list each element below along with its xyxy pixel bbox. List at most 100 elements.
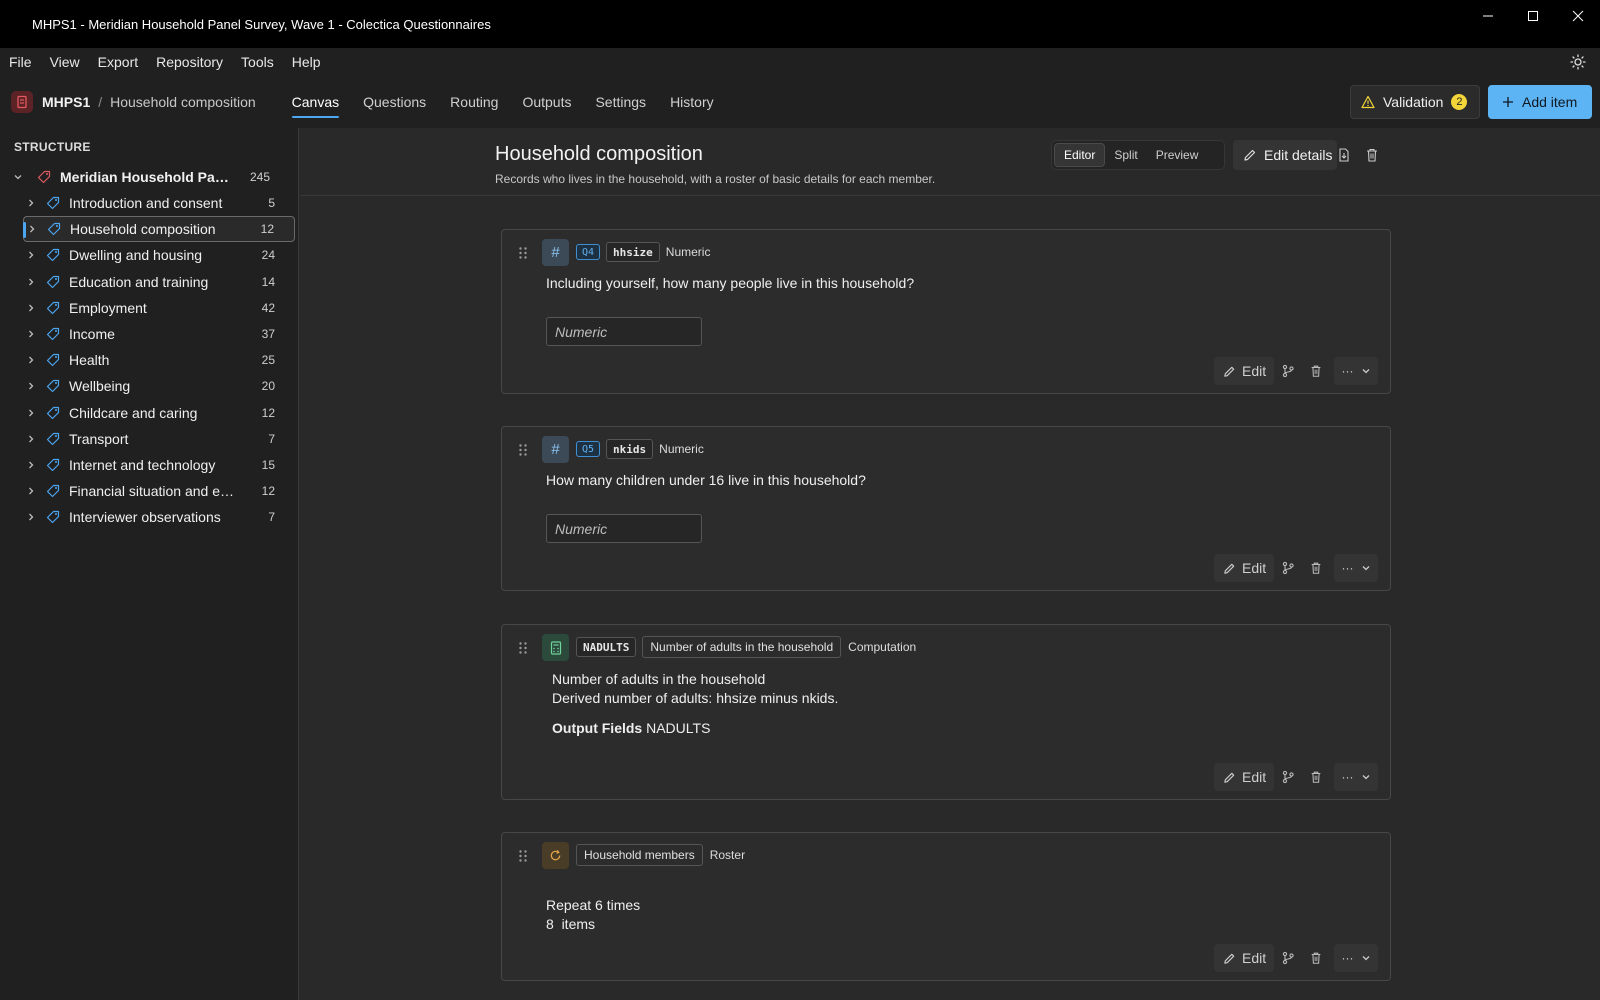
tab-canvas[interactable]: Canvas bbox=[280, 76, 351, 128]
tab-questions[interactable]: Questions bbox=[351, 76, 438, 128]
branch-icon[interactable] bbox=[1274, 554, 1302, 582]
chevron-right-icon[interactable] bbox=[23, 277, 39, 287]
sidebar-item-label: Household composition bbox=[70, 221, 216, 238]
sidebar-item-label: Internet and technology bbox=[69, 457, 216, 473]
chevron-right-icon[interactable] bbox=[23, 329, 39, 339]
tab-history[interactable]: History bbox=[658, 76, 726, 128]
chevron-right-icon[interactable] bbox=[23, 250, 39, 260]
sidebar-item-count: 5 bbox=[268, 196, 275, 210]
sidebar-item[interactable]: Financial situation and ex... 12 bbox=[23, 478, 295, 504]
chevron-right-icon[interactable] bbox=[23, 486, 39, 496]
validation-button[interactable]: Validation 2 bbox=[1350, 85, 1480, 119]
sidebar-item[interactable]: Wellbeing 20 bbox=[23, 373, 295, 399]
sidebar-item[interactable]: Introduction and consent 5 bbox=[23, 190, 295, 216]
edit-button[interactable]: Edit bbox=[1214, 357, 1274, 385]
sidebar-item[interactable]: Interviewer observations 7 bbox=[23, 504, 295, 530]
question-card-q4[interactable]: # Q4 hhsize Numeric Including yourself, … bbox=[501, 229, 1391, 394]
theme-toggle-icon[interactable] bbox=[1570, 54, 1586, 70]
tab-outputs[interactable]: Outputs bbox=[510, 76, 583, 128]
chevron-right-icon[interactable] bbox=[23, 460, 39, 470]
more-options-button[interactable]: ··· bbox=[1334, 944, 1378, 972]
view-editor[interactable]: Editor bbox=[1054, 143, 1106, 167]
more-options-button[interactable]: ··· bbox=[1334, 554, 1378, 582]
menu-export[interactable]: Export bbox=[89, 54, 147, 70]
sidebar-item-label: Wellbeing bbox=[69, 378, 131, 395]
more-options-button[interactable]: ··· bbox=[1334, 763, 1378, 791]
close-icon[interactable] bbox=[1555, 0, 1600, 32]
delete-icon[interactable] bbox=[1302, 554, 1330, 582]
computation-card[interactable]: NADULTS Number of adults in the househol… bbox=[501, 624, 1391, 800]
tab-routing[interactable]: Routing bbox=[438, 76, 510, 128]
chevron-right-icon[interactable] bbox=[23, 381, 39, 391]
edit-label: Edit bbox=[1242, 769, 1267, 785]
tree-root-item[interactable]: Meridian Household Pane... 245 bbox=[10, 164, 295, 190]
roster-card[interactable]: Household members Roster Repeat 6 times … bbox=[501, 832, 1391, 981]
chevron-right-icon[interactable] bbox=[23, 303, 39, 313]
sidebar-item[interactable]: Transport 7 bbox=[23, 426, 295, 452]
pencil-icon bbox=[1224, 772, 1235, 783]
chevron-right-icon[interactable] bbox=[23, 512, 39, 522]
question-text: How many children under 16 live in this … bbox=[546, 472, 866, 488]
chevron-right-icon[interactable] bbox=[23, 408, 39, 418]
delete-page-icon[interactable] bbox=[1364, 147, 1380, 163]
edit-button[interactable]: Edit bbox=[1214, 554, 1274, 582]
drag-handle-icon[interactable] bbox=[518, 641, 528, 655]
chevron-right-icon[interactable] bbox=[23, 355, 39, 365]
question-text: Including yourself, how many people live… bbox=[546, 275, 915, 291]
more-options-button[interactable]: ··· bbox=[1334, 357, 1378, 385]
delete-icon[interactable] bbox=[1302, 944, 1330, 972]
tag-icon bbox=[46, 432, 60, 445]
sidebar-item[interactable]: Household composition 12 bbox=[23, 216, 295, 243]
roster-repeat: Repeat 6 times bbox=[546, 897, 641, 913]
edit-details-button[interactable]: Edit details bbox=[1233, 140, 1337, 170]
chevron-right-icon[interactable] bbox=[23, 434, 39, 444]
chevron-down-icon[interactable] bbox=[10, 172, 26, 182]
branch-icon[interactable] bbox=[1274, 944, 1302, 972]
chevron-right-icon[interactable] bbox=[24, 224, 40, 234]
drag-handle-icon[interactable] bbox=[518, 443, 528, 457]
title-bar: MHPS1 - Meridian Household Panel Survey,… bbox=[0, 0, 1600, 48]
sidebar-item[interactable]: Childcare and caring 12 bbox=[23, 400, 295, 426]
delete-icon[interactable] bbox=[1302, 357, 1330, 385]
canvas-area: Household composition Records who lives … bbox=[300, 128, 1600, 1000]
branch-icon[interactable] bbox=[1274, 763, 1302, 791]
sidebar-item[interactable]: Dwelling and housing 24 bbox=[23, 242, 295, 268]
delete-icon[interactable] bbox=[1302, 763, 1330, 791]
page-subtitle: Records who lives in the household, with… bbox=[495, 172, 936, 186]
add-item-button[interactable]: Add item bbox=[1488, 85, 1592, 119]
tag-icon bbox=[37, 170, 51, 184]
sidebar-item[interactable]: Education and training 14 bbox=[23, 269, 295, 295]
branch-icon[interactable] bbox=[1274, 357, 1302, 385]
export-document-icon[interactable] bbox=[1336, 147, 1352, 163]
menu-file[interactable]: File bbox=[0, 54, 41, 70]
edit-label: Edit bbox=[1242, 560, 1267, 576]
numeric-answer-field[interactable]: Numeric bbox=[546, 317, 702, 346]
tree-root-label: Meridian Household Pane... bbox=[60, 169, 235, 185]
sidebar-item[interactable]: Internet and technology 15 bbox=[23, 452, 295, 478]
menu-tools[interactable]: Tools bbox=[232, 54, 283, 70]
menu-repository[interactable]: Repository bbox=[147, 54, 232, 70]
minimize-icon[interactable] bbox=[1465, 0, 1510, 32]
sidebar-item-label: Introduction and consent bbox=[69, 195, 223, 211]
chevron-right-icon[interactable] bbox=[23, 198, 39, 208]
view-preview[interactable]: Preview bbox=[1147, 143, 1208, 167]
question-card-q5[interactable]: # Q5 nkids Numeric How many children und… bbox=[501, 426, 1391, 591]
edit-button[interactable]: Edit bbox=[1214, 763, 1274, 791]
sidebar-item[interactable]: Income 37 bbox=[23, 321, 295, 347]
numeric-answer-field[interactable]: Numeric bbox=[546, 514, 702, 543]
tab-settings[interactable]: Settings bbox=[583, 76, 658, 128]
pencil-icon bbox=[1224, 366, 1235, 377]
maximize-icon[interactable] bbox=[1510, 0, 1555, 32]
breadcrumb-page: Household composition bbox=[110, 94, 256, 110]
menu-help[interactable]: Help bbox=[283, 54, 330, 70]
computation-label: Number of adults in the household bbox=[552, 671, 766, 687]
menu-view[interactable]: View bbox=[41, 54, 89, 70]
sidebar-item[interactable]: Employment 42 bbox=[23, 295, 295, 321]
breadcrumb-project[interactable]: MHPS1 bbox=[42, 94, 90, 110]
sidebar-item[interactable]: Health 25 bbox=[23, 347, 295, 373]
question-number-chip: Q4 bbox=[576, 244, 601, 260]
drag-handle-icon[interactable] bbox=[518, 849, 528, 863]
view-split[interactable]: Split bbox=[1105, 143, 1146, 167]
edit-button[interactable]: Edit bbox=[1214, 944, 1274, 972]
drag-handle-icon[interactable] bbox=[518, 246, 528, 260]
